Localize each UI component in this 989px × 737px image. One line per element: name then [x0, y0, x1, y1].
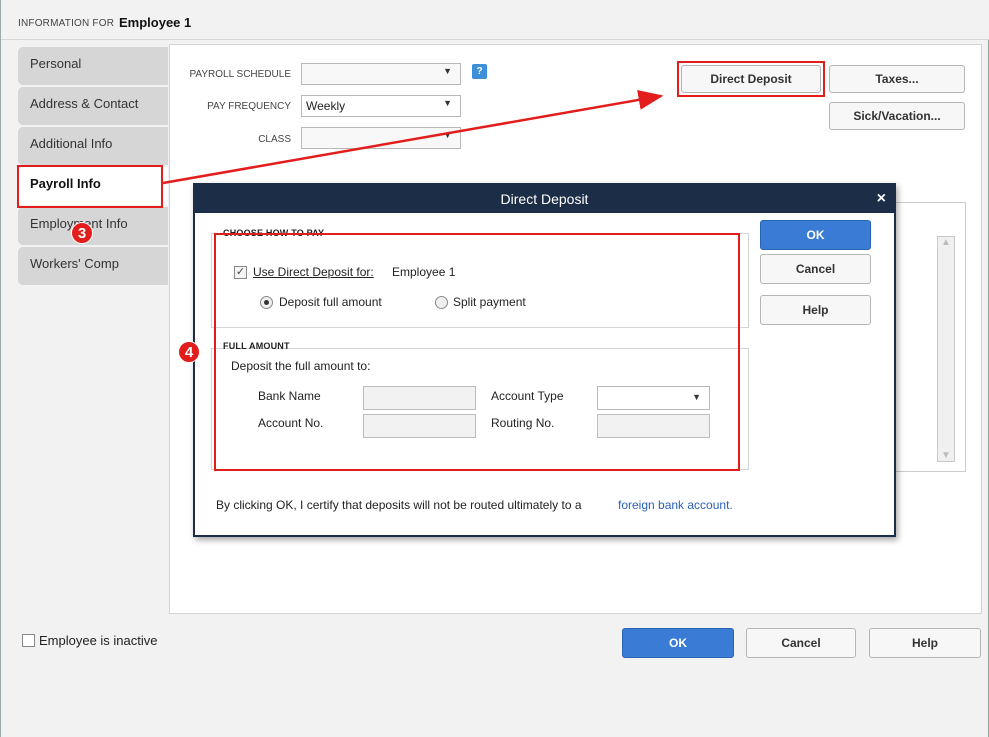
- employee-inactive-checkbox[interactable]: [22, 634, 35, 647]
- certify-text: By clicking OK, I certify that deposits …: [216, 498, 582, 512]
- help-button[interactable]: Help: [869, 628, 981, 658]
- step-4-badge: 4: [178, 341, 200, 363]
- dialog-ok-button[interactable]: OK: [760, 220, 871, 250]
- ok-button[interactable]: OK: [622, 628, 734, 658]
- close-icon[interactable]: ×: [877, 185, 886, 213]
- foreign-bank-link[interactable]: foreign bank account.: [618, 498, 733, 512]
- employee-window: INFORMATION FOR Employee 1 Personal Addr…: [0, 0, 989, 737]
- step-3-badge: 3: [71, 222, 93, 244]
- dialog-title: Direct Deposit: [195, 185, 894, 213]
- choose-how-highlight: [214, 233, 740, 471]
- dialog-cancel-button[interactable]: Cancel: [760, 254, 871, 284]
- employee-inactive-label: Employee is inactive: [39, 633, 158, 648]
- dialog-help-button[interactable]: Help: [760, 295, 871, 325]
- cancel-button[interactable]: Cancel: [746, 628, 856, 658]
